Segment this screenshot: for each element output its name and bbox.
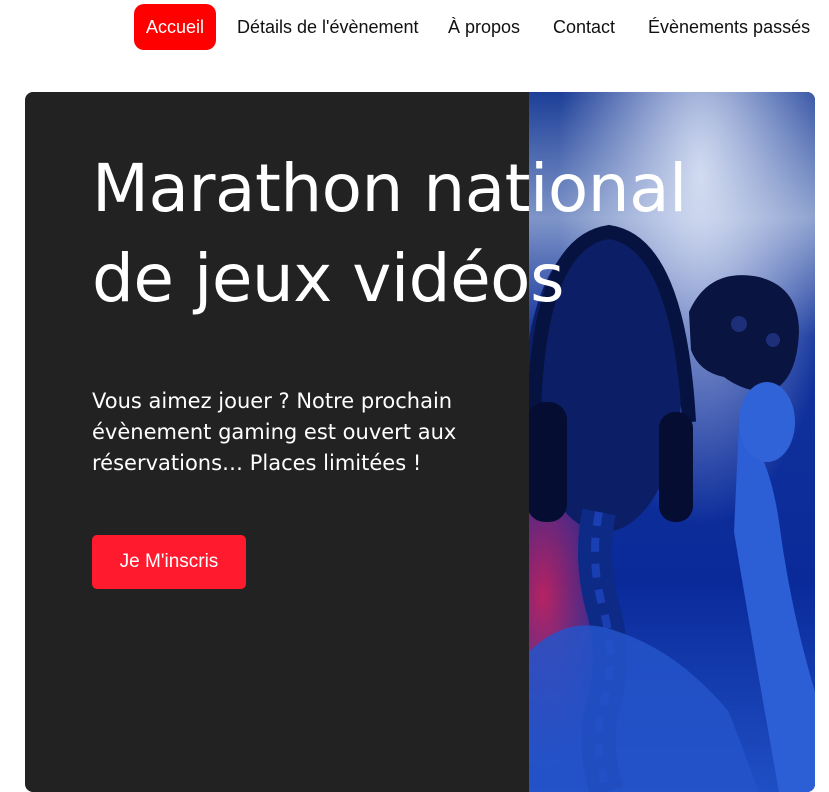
- nav-item-details[interactable]: Détails de l'évènement: [237, 4, 419, 50]
- hero-title-line-2: de jeux vidéos: [92, 240, 564, 317]
- hero-description-line-1: Vous aimez jouer ? Notre prochain: [92, 389, 453, 413]
- nav-item-evenements-passes[interactable]: Évènements passés: [648, 4, 810, 50]
- nav-item-contact[interactable]: Contact: [553, 4, 615, 50]
- register-button[interactable]: Je M'inscris: [92, 535, 246, 589]
- hero-description: Vous aimez jouer ? Notre prochain évènem…: [92, 386, 512, 479]
- hero-description-line-2: évènement gaming est ouvert aux: [92, 420, 457, 444]
- nav-item-accueil[interactable]: Accueil: [134, 4, 217, 50]
- hero-title-line-1: Marathon national: [92, 150, 687, 227]
- hero-section: Marathon national de jeux vidéos Vous ai…: [25, 92, 815, 792]
- hero-description-line-3: réservations… Places limitées !: [92, 451, 422, 475]
- main-nav: Accueil Détails de l'évènement À propos …: [0, 3, 829, 51]
- hero-title: Marathon national de jeux vidéos: [92, 144, 732, 324]
- nav-item-a-propos[interactable]: À propos: [448, 4, 520, 50]
